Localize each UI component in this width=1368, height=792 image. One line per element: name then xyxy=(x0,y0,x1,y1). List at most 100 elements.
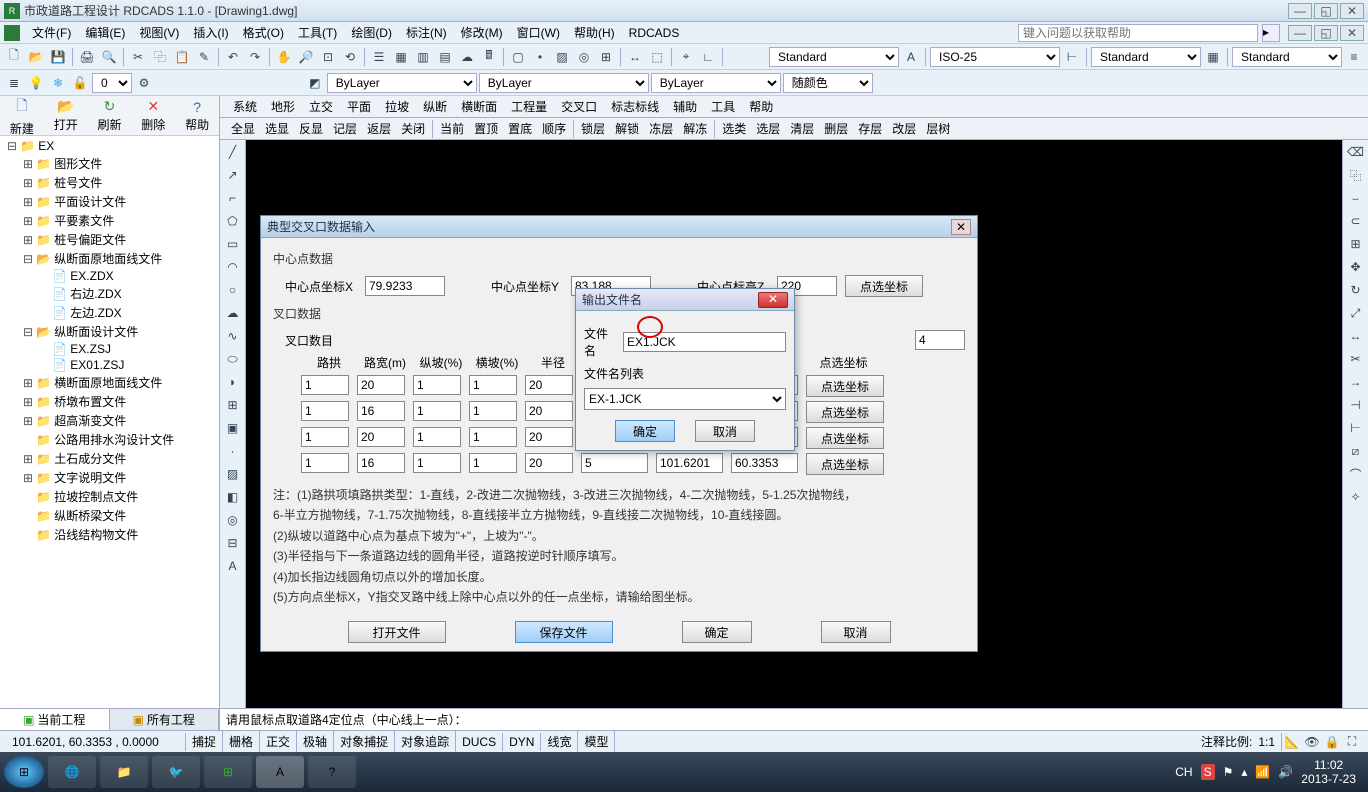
maxview-icon[interactable]: ⛶ xyxy=(1342,732,1362,752)
center-x-input[interactable] xyxy=(365,276,445,296)
tray-sogou-icon[interactable]: S xyxy=(1201,764,1215,780)
tablestyle-select[interactable]: Standard xyxy=(1091,47,1201,67)
region2-icon[interactable]: ◎ xyxy=(223,510,243,530)
ucs-icon[interactable]: ∟ xyxy=(698,47,718,67)
fork-cell-input[interactable] xyxy=(469,375,517,395)
tray-up-icon[interactable]: ▴ xyxy=(1241,765,1247,779)
tree-node[interactable]: 📄 EX01.ZSJ xyxy=(2,357,217,373)
chamfer-icon[interactable]: ⧄ xyxy=(1346,441,1366,461)
fork-cell-input[interactable] xyxy=(525,453,573,473)
cadmenu-item[interactable]: 立交 xyxy=(302,96,340,117)
tree-node[interactable]: 📁 公路用排水沟设计文件 xyxy=(2,430,217,449)
tree-node[interactable]: ⊞📁 桩号偏距文件 xyxy=(2,230,217,249)
sheet-icon[interactable]: ▤ xyxy=(435,47,455,67)
menu-insert[interactable]: 插入(I) xyxy=(187,22,234,43)
tray-volume-icon[interactable]: 🔊 xyxy=(1278,765,1293,779)
fork-cell-input[interactable] xyxy=(469,427,517,447)
color-box-icon[interactable]: ◩ xyxy=(305,73,325,93)
fork-cell-input[interactable] xyxy=(413,375,461,395)
tree-node[interactable]: 📁 拉坡控制点文件 xyxy=(2,487,217,506)
sb-otrack[interactable]: 对象追踪 xyxy=(395,731,456,752)
cadmenu-item[interactable]: 横断面 xyxy=(454,96,504,117)
fork-cell-input[interactable] xyxy=(413,453,461,473)
zoom-prev-icon[interactable]: ⟲ xyxy=(340,47,360,67)
cadtool-item[interactable]: 置底 xyxy=(503,118,537,139)
cadtool-item[interactable]: 层树 xyxy=(921,118,955,139)
sb-ortho[interactable]: 正交 xyxy=(260,731,297,752)
menu-help[interactable]: 帮助(H) xyxy=(568,22,621,43)
ellipsearc-icon[interactable]: ◗ xyxy=(223,372,243,392)
open-icon[interactable]: 📂 xyxy=(26,47,46,67)
textstyle-icon[interactable]: A xyxy=(901,47,921,67)
extend-icon[interactable]: → xyxy=(1346,372,1366,392)
tree-node[interactable]: 📄 EX.ZDX xyxy=(2,268,217,284)
tab-all-projects[interactable]: ▣所有工程 xyxy=(110,709,220,730)
dlg2-ok-button[interactable]: 确定 xyxy=(615,420,675,442)
sb-grid[interactable]: 栅格 xyxy=(223,731,260,752)
tab-current-project[interactable]: ▣当前工程 xyxy=(0,709,110,730)
table2-icon[interactable]: ⊟ xyxy=(223,533,243,553)
cadtool-item[interactable]: 存层 xyxy=(853,118,887,139)
undo-icon[interactable]: ↶ xyxy=(223,47,243,67)
fork-cell-input[interactable] xyxy=(413,427,461,447)
dlg2-cancel-button[interactable]: 取消 xyxy=(695,420,755,442)
taskbar-excel[interactable]: ⊞ xyxy=(204,756,252,788)
fork-cell-input[interactable] xyxy=(413,401,461,421)
textstyle-select[interactable]: Standard xyxy=(769,47,899,67)
pick-row-button[interactable]: 点选坐标 xyxy=(806,375,884,397)
cadtool-item[interactable]: 冻层 xyxy=(644,118,678,139)
mdi-minimize[interactable]: — xyxy=(1288,25,1312,41)
point2-icon[interactable]: · xyxy=(223,441,243,461)
mtext-icon[interactable]: A xyxy=(223,556,243,576)
sb-model[interactable]: 模型 xyxy=(578,731,615,752)
tree-node[interactable]: 📄 EX.ZSJ xyxy=(2,341,217,357)
tree-node[interactable]: ⊞📁 桩号文件 xyxy=(2,173,217,192)
tree-node[interactable]: 📄 左边.ZDX xyxy=(2,303,217,322)
panel-help-button[interactable]: ?帮助 xyxy=(175,96,219,135)
tray-net-icon[interactable]: 📶 xyxy=(1255,765,1270,779)
cadmenu-item[interactable]: 工具 xyxy=(704,96,742,117)
line-icon[interactable]: ╱ xyxy=(223,142,243,162)
linetype-select[interactable]: ByLayer xyxy=(479,73,649,93)
designcenter-icon[interactable]: ▦ xyxy=(391,47,411,67)
rotate-icon[interactable]: ↻ xyxy=(1346,280,1366,300)
dist-icon[interactable]: ↔ xyxy=(625,47,645,67)
help-go-button[interactable]: ▸ xyxy=(1262,24,1280,42)
menu-edit[interactable]: 编辑(E) xyxy=(79,22,131,43)
sb-polar[interactable]: 极轴 xyxy=(297,731,334,752)
move-icon[interactable]: ✥ xyxy=(1346,257,1366,277)
dlg1-cancel-button[interactable]: 取消 xyxy=(821,621,891,643)
help-search-input[interactable] xyxy=(1018,24,1258,42)
explode-icon[interactable]: ✧ xyxy=(1346,487,1366,507)
copy-icon[interactable]: ⿻ xyxy=(150,47,170,67)
mlstyle-icon[interactable]: ≡ xyxy=(1344,47,1364,67)
fork-cell-input[interactable] xyxy=(301,453,349,473)
revcloud-icon[interactable]: ☁ xyxy=(223,303,243,323)
cut-icon[interactable]: ✂ xyxy=(128,47,148,67)
props-icon[interactable]: ☰ xyxy=(369,47,389,67)
scale-icon[interactable]: ⤢ xyxy=(1346,303,1366,323)
tree-node[interactable]: ⊞📁 文字说明文件 xyxy=(2,468,217,487)
fork-cell-input[interactable] xyxy=(357,453,405,473)
dimstyle-icon[interactable]: ⊢ xyxy=(1062,47,1082,67)
table-icon[interactable]: ⊞ xyxy=(596,47,616,67)
cadtool-item[interactable]: 返层 xyxy=(362,118,396,139)
hatch-icon[interactable]: ▨ xyxy=(552,47,572,67)
cadtool-item[interactable]: 选类 xyxy=(717,118,751,139)
mirror-icon[interactable]: ⧿ xyxy=(1346,188,1366,208)
dlg1-close-button[interactable]: ✕ xyxy=(951,219,971,235)
mdi-close[interactable]: ✕ xyxy=(1340,25,1364,41)
cadmenu-item[interactable]: 标志标线 xyxy=(604,96,666,117)
sb-ducs[interactable]: DUCS xyxy=(456,733,503,751)
start-button[interactable]: ⊞ xyxy=(4,756,44,788)
save-file-button[interactable]: 保存文件 xyxy=(515,621,613,643)
panel-delete-button[interactable]: ✕删除 xyxy=(131,96,175,135)
match-icon[interactable]: ✎ xyxy=(194,47,214,67)
copy2-icon[interactable]: ⿻ xyxy=(1346,165,1366,185)
pline-icon[interactable]: ⌐ xyxy=(223,188,243,208)
cadtool-item[interactable]: 全显 xyxy=(226,118,260,139)
tree-node[interactable]: ⊞📁 超高渐变文件 xyxy=(2,411,217,430)
sb-osnap[interactable]: 对象捕捉 xyxy=(334,731,395,752)
fork-cell-input[interactable] xyxy=(357,375,405,395)
join-icon[interactable]: ⊢ xyxy=(1346,418,1366,438)
